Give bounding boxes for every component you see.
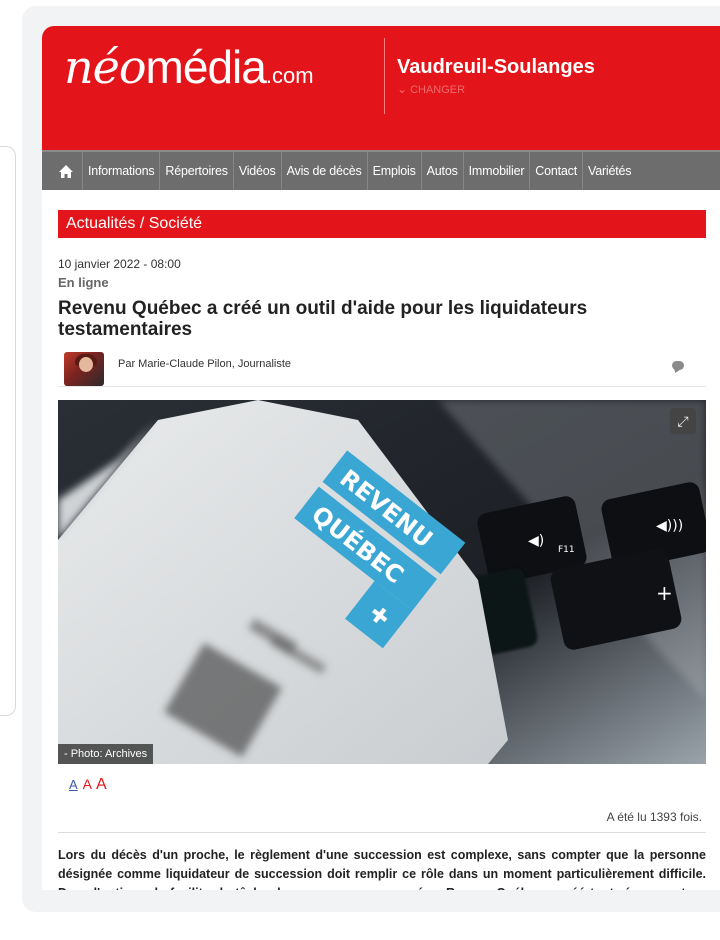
font-size-controls: AAA (69, 776, 107, 794)
nav-item-immobilier[interactable]: Immobilier (462, 152, 530, 190)
news-site: néomédia.com Vaudreuil-Soulanges ⌄ CHANGE… (42, 26, 720, 890)
home-icon (59, 164, 73, 178)
masthead: néomédia.com Vaudreuil-Soulanges ⌄ CHANGE… (42, 26, 720, 150)
article-date: 10 janvier 2022 - 08:00 (58, 257, 181, 271)
article-photo[interactable]: ◀) F11 ◀))) + REVENU QUÉBEC ✚ ⤢ - Photo:… (58, 400, 706, 764)
font-size-small-button[interactable]: A (69, 777, 78, 792)
view-count: A été lu 1393 fois. (606, 810, 702, 824)
site-logo[interactable]: néomédia.com (64, 44, 314, 90)
nav-item-varietes[interactable]: Variétés (581, 152, 636, 190)
expand-photo-button[interactable]: ⤢ (670, 408, 696, 434)
photo-illustration: ◀) F11 ◀))) + REVENU QUÉBEC ✚ (58, 400, 706, 764)
change-region-button[interactable]: ⌄ CHANGER (397, 82, 465, 96)
section-breadcrumb[interactable]: Actualités / Société (58, 210, 706, 238)
author-name[interactable]: Par Marie-Claude Pilon, Journaliste (118, 358, 291, 370)
expand-icon: ⤢ (677, 413, 689, 429)
comment-icon[interactable] (672, 361, 684, 370)
byline: Par Marie-Claude Pilon, Journaliste (58, 350, 706, 387)
masthead-divider (384, 38, 385, 114)
nav-item-repertoires[interactable]: Répertoires (159, 152, 232, 190)
article-lede: Lors du décès d'un proche, le règlement … (58, 848, 706, 890)
article-status: En ligne (58, 275, 109, 290)
svg-text:◀): ◀) (528, 533, 544, 549)
svg-text:F11: F11 (558, 545, 575, 555)
nav-home-button[interactable] (50, 152, 82, 190)
svg-text:+: + (656, 581, 673, 605)
photo-caption: - Photo: Archives (58, 744, 154, 764)
font-size-medium-button[interactable]: A (83, 776, 92, 792)
main-nav: Informations Répertoires Vidéos Avis de … (42, 150, 720, 190)
chevron-down-icon: ⌄ (397, 82, 408, 96)
nav-item-autos[interactable]: Autos (420, 152, 463, 190)
svg-text:◀))): ◀))) (656, 518, 683, 534)
nav-item-informations[interactable]: Informations (82, 152, 159, 190)
author-avatar (64, 352, 104, 386)
region-name: Vaudreuil-Soulanges (397, 56, 595, 78)
side-panel (0, 146, 16, 716)
nav-item-emplois[interactable]: Emplois (366, 152, 421, 190)
nav-item-videos[interactable]: Vidéos (232, 152, 281, 190)
article-headline: Revenu Québec a créé un outil d'aide pou… (58, 298, 588, 340)
nav-item-avis-de-deces[interactable]: Avis de décès (280, 152, 367, 190)
font-size-large-button[interactable]: A (96, 776, 107, 793)
nav-item-contact[interactable]: Contact (529, 152, 582, 190)
view-count-bar: A été lu 1393 fois. (58, 804, 706, 833)
